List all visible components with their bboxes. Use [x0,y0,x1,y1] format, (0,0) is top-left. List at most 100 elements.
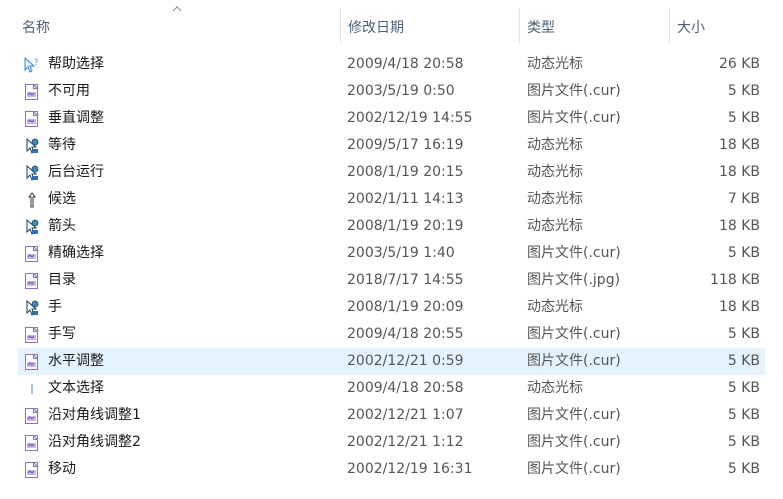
file-size: 5 KB [727,110,760,126]
file-date: 2009/4/18 20:58 [347,380,464,396]
file-name: 手 [48,299,62,315]
file-row[interactable]: 文本选择 2009/4/18 20:58 动态光标 5 KB [0,375,783,402]
file-list: ? 帮助选择 2009/4/18 20:58 动态光标 26 KB 不可用 2003/5/1… [0,51,783,483]
file-date: 2002/1/11 14:13 [347,191,464,207]
file-date: 2002/12/21 1:12 [347,434,464,450]
file-type: 动态光标 [527,56,583,72]
file-row[interactable]: 后台运行 2008/1/19 20:15 动态光标 18 KB [0,159,783,186]
file-name: 手写 [48,326,76,342]
file-type: 图片文件(.cur) [527,461,621,477]
file-row[interactable]: 等待 2009/5/17 16:19 动态光标 18 KB [0,132,783,159]
file-size: 118 KB [710,272,760,288]
file-size: 7 KB [727,191,760,207]
file-row[interactable]: 沿对角线调整1 2002/12/21 1:07 图片文件(.cur) 5 KB [0,402,783,429]
file-size: 5 KB [727,407,760,423]
header-size[interactable]: 大小 [669,0,769,47]
animated-cursor-icon [23,132,41,159]
file-name: 垂直调整 [48,110,104,126]
file-type: 图片文件(.cur) [527,353,621,369]
image-file-icon [23,429,41,456]
image-file-icon [23,267,41,294]
file-size: 5 KB [727,326,760,342]
image-file-icon [23,348,41,375]
image-file-icon [23,402,41,429]
file-name: 水平调整 [48,353,104,369]
file-date: 2002/12/21 1:07 [347,407,464,423]
header-name[interactable]: 名称 [14,0,340,47]
animated-cursor-icon [23,294,41,321]
file-row[interactable]: 垂直调整 2002/12/19 14:55 图片文件(.cur) 5 KB [0,105,783,132]
file-type: 动态光标 [527,218,583,234]
file-row[interactable]: 水平调整 2002/12/21 0:59 图片文件(.cur) 5 KB [0,348,783,375]
file-type: 图片文件(.cur) [527,326,621,342]
file-name: 帮助选择 [48,56,104,72]
file-size: 26 KB [718,56,760,72]
file-size: 5 KB [727,353,760,369]
text-select-cursor-icon [23,375,41,402]
image-file-icon [23,321,41,348]
file-size: 5 KB [727,245,760,261]
file-row[interactable]: ? 帮助选择 2009/4/18 20:58 动态光标 26 KB [0,51,783,78]
file-type: 动态光标 [527,299,583,315]
file-date: 2003/5/19 0:50 [347,83,455,99]
file-name: 候选 [48,191,76,207]
file-size: 18 KB [718,218,760,234]
file-name: 箭头 [48,218,76,234]
image-file-icon [23,105,41,132]
image-file-icon [23,456,41,483]
file-date: 2003/5/19 1:40 [347,245,455,261]
file-row[interactable]: 不可用 2003/5/19 0:50 图片文件(.cur) 5 KB [0,78,783,105]
file-row[interactable]: 手 2008/1/19 20:09 动态光标 18 KB [0,294,783,321]
header-date[interactable]: 修改日期 [340,0,519,47]
file-date: 2009/4/18 20:58 [347,56,464,72]
file-date: 2008/1/19 20:15 [347,164,464,180]
file-date: 2018/7/17 14:55 [347,272,464,288]
file-date: 2009/5/17 16:19 [347,137,464,153]
file-size: 5 KB [727,461,760,477]
file-type: 图片文件(.cur) [527,83,621,99]
svg-text:?: ? [34,58,38,67]
animated-cursor-icon [23,159,41,186]
file-type: 图片文件(.jpg) [527,272,621,288]
column-header: 名称 修改日期 类型 大小 [0,0,783,47]
file-name: 文本选择 [48,380,104,396]
file-name: 后台运行 [48,164,104,180]
file-name: 不可用 [48,83,90,99]
file-row[interactable]: 精确选择 2003/5/19 1:40 图片文件(.cur) 5 KB [0,240,783,267]
file-type: 动态光标 [527,191,583,207]
file-size: 5 KB [727,434,760,450]
file-date: 2002/12/19 16:31 [347,461,473,477]
image-file-icon [23,78,41,105]
file-date: 2009/4/18 20:55 [347,326,464,342]
file-name: 移动 [48,461,76,477]
file-row[interactable]: 目录 2018/7/17 14:55 图片文件(.jpg) 118 KB [0,267,783,294]
alternate-cursor-icon [23,186,41,213]
animated-cursor-icon [23,213,41,240]
file-row[interactable]: 移动 2002/12/19 16:31 图片文件(.cur) 5 KB [0,456,783,483]
file-row[interactable]: 手写 2009/4/18 20:55 图片文件(.cur) 5 KB [0,321,783,348]
file-name: 等待 [48,137,76,153]
file-type: 动态光标 [527,164,583,180]
file-size: 5 KB [727,83,760,99]
header-type[interactable]: 类型 [519,0,669,47]
file-name: 沿对角线调整2 [48,434,141,450]
file-name: 沿对角线调整1 [48,407,141,423]
file-date: 2008/1/19 20:09 [347,299,464,315]
file-size: 18 KB [718,137,760,153]
file-date: 2002/12/19 14:55 [347,110,473,126]
file-date: 2002/12/21 0:59 [347,353,464,369]
file-name: 目录 [48,272,76,288]
file-type: 动态光标 [527,137,583,153]
file-row[interactable]: 沿对角线调整2 2002/12/21 1:12 图片文件(.cur) 5 KB [0,429,783,456]
file-row[interactable]: 箭头 2008/1/19 20:19 动态光标 18 KB [0,213,783,240]
help-select-cursor-icon: ? [23,51,41,78]
file-size: 5 KB [727,380,760,396]
file-type: 动态光标 [527,380,583,396]
file-row[interactable]: 候选 2002/1/11 14:13 动态光标 7 KB [0,186,783,213]
file-type: 图片文件(.cur) [527,434,621,450]
file-size: 18 KB [718,299,760,315]
file-type: 图片文件(.cur) [527,245,621,261]
file-type: 图片文件(.cur) [527,407,621,423]
file-type: 图片文件(.cur) [527,110,621,126]
file-size: 18 KB [718,164,760,180]
